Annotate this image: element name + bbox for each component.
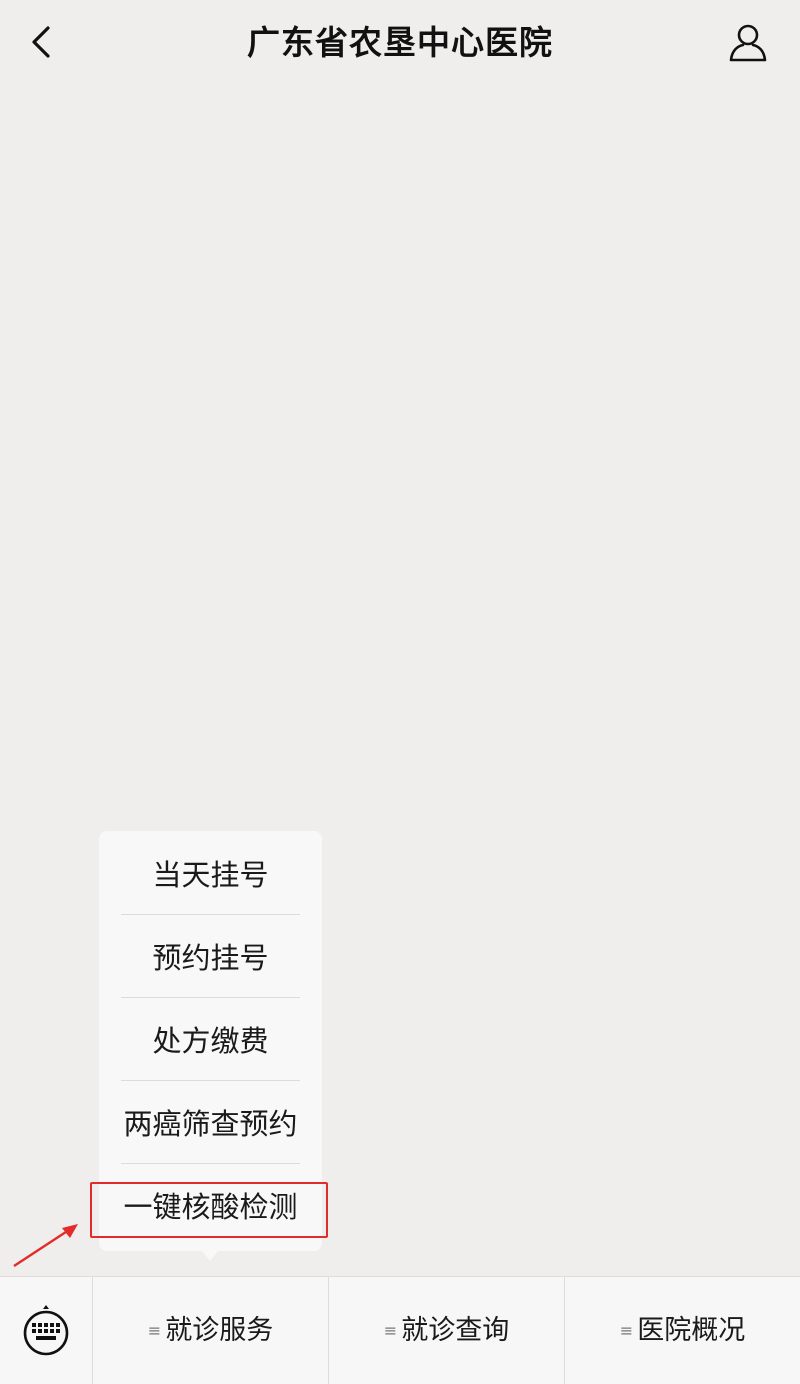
page-title: 广东省农垦中心医院 <box>247 23 553 62</box>
user-icon <box>729 24 767 62</box>
menu-lines-icon: ≡ <box>383 1321 398 1340</box>
submenu-item-prescription-payment[interactable]: 处方缴费 <box>99 1000 322 1083</box>
profile-button[interactable] <box>726 20 770 64</box>
tab-label: 医院概况 <box>637 1315 746 1346</box>
tab-label: 就诊服务 <box>165 1315 274 1346</box>
menu-lines-icon: ≡ <box>619 1321 634 1340</box>
tab-label: 就诊查询 <box>401 1315 510 1346</box>
highlight-box <box>90 1182 328 1238</box>
submenu-divider <box>121 914 300 915</box>
keyboard-toggle-button[interactable] <box>0 1277 93 1384</box>
submenu-item-cancer-screening-appointment[interactable]: 两癌筛查预约 <box>99 1083 322 1166</box>
navigation-bar: 广东省农垦中心医院 <box>0 0 800 88</box>
red-arrow-annotation <box>13 1224 78 1268</box>
submenu-divider <box>121 1080 300 1081</box>
submenu-item-same-day-registration[interactable]: 当天挂号 <box>99 834 322 917</box>
tab-medical-services[interactable]: ≡ 就诊服务 <box>93 1277 328 1384</box>
bottom-menu-bar: ≡ 就诊服务 ≡ 就诊查询 ≡ 医院概况 <box>0 1276 800 1384</box>
submenu-divider <box>121 1163 300 1164</box>
submenu-item-appointment-registration[interactable]: 预约挂号 <box>99 917 322 1000</box>
menu-lines-icon: ≡ <box>147 1321 162 1340</box>
tab-hospital-overview[interactable]: ≡ 医院概况 <box>565 1277 800 1384</box>
popup-pointer <box>200 1249 220 1261</box>
keyboard-icon <box>23 1305 69 1356</box>
tab-medical-inquiry[interactable]: ≡ 就诊查询 <box>329 1277 564 1384</box>
submenu-divider <box>121 997 300 998</box>
